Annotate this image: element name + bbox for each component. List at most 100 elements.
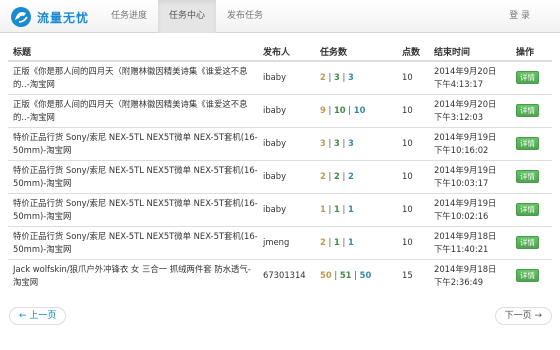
task-end-time: 下午3:12:03 [434, 111, 484, 122]
col-header-publisher: 发布人 [258, 42, 315, 62]
task-action-cell: 详情 [511, 225, 552, 259]
table-row: 正版《你是那人间的四月天（附赠林徽因精美诗集《谁爱这不息的..-淘宝网 ibaby… [8, 93, 552, 127]
detail-button[interactable]: 详情 [516, 170, 539, 183]
task-end-time-cell: 2014年9月20日 下午3:12:03 [429, 93, 511, 127]
detail-button[interactable]: 详情 [516, 104, 539, 117]
task-title-link[interactable]: 正版《你是那人间的四月天（附赠林徽因精美诗集《谁爱这不息的..-淘宝网 [13, 99, 248, 122]
task-publisher: ibaby [258, 159, 315, 193]
task-end-date: 2014年9月19日 [434, 164, 497, 175]
task-title-cell: 正版《你是那人间的四月天（附赠林徽因精美诗集《谁爱这不息的..-淘宝网 [8, 60, 258, 94]
task-end-date: 2014年9月19日 [434, 197, 497, 208]
task-end-time-cell: 2014年9月19日 下午10:03:17 [429, 159, 511, 193]
col-header-end-time: 结束时间 [429, 42, 511, 62]
task-action-cell: 详情 [511, 126, 552, 160]
task-points: 10 [397, 93, 429, 127]
login-link[interactable]: 登 录 [509, 0, 530, 33]
count-separator: | [325, 171, 334, 181]
brand-name: 流量无忧 [37, 10, 90, 25]
task-title-cell: 特价正品行货 Sony/索尼 NEX-5TL NEX5T微单 NEX-5T套机(… [8, 126, 258, 160]
task-end-time: 下午10:03:17 [434, 177, 489, 188]
prev-page-button[interactable]: ← 上一页 [9, 307, 67, 325]
table-row: 正版《你是那人间的四月天（附赠林徽因精美诗集《谁爱这不息的..-淘宝网 ibaby… [8, 60, 552, 94]
table-row: 特价正品行货 Sony/索尼 NEX-5TL NEX5T微单 NEX-5T套机(… [8, 126, 552, 160]
task-end-date: 2014年9月19日 [434, 131, 497, 142]
task-count-cell: 9 | 10 | 10 [315, 93, 397, 127]
count-separator: | [325, 204, 334, 214]
task-title-link[interactable]: 特价正品行货 Sony/索尼 NEX-5TL NEX5T微单 NEX-5T套机(… [13, 165, 258, 188]
task-action-cell: 详情 [511, 159, 552, 193]
task-title-link[interactable]: 特价正品行货 Sony/索尼 NEX-5TL NEX5T微单 NEX-5T套机(… [13, 231, 258, 254]
table-row: 特价正品行货 Sony/索尼 NEX-5TL NEX5T微单 NEX-5T套机(… [8, 225, 552, 259]
top-navbar: 流量无忧 任务进度 任务中心 发布任务 登 录 [0, 0, 560, 33]
count-separator: | [339, 204, 348, 214]
task-end-date: 2014年9月18日 [434, 263, 497, 274]
count-separator: | [325, 72, 334, 83]
task-publisher: ibaby [258, 60, 315, 94]
task-count-cell: 2 | 1 | 1 [315, 225, 397, 259]
task-title-link[interactable]: Jack wolfskin/狼爪户外冲锋衣 女 三合一 抓绒两件套 防水透气-淘… [13, 264, 251, 287]
task-end-time-cell: 2014年9月19日 下午10:16:02 [429, 126, 511, 160]
task-count-cell: 1 | 1 | 1 [315, 192, 397, 226]
table-row: 特价正品行货 Sony/索尼 NEX-5TL NEX5T微单 NEX-5T套机(… [8, 192, 552, 226]
task-count-b: 51 [339, 270, 352, 281]
task-end-time-cell: 2014年9月19日 下午10:02:16 [429, 192, 511, 226]
detail-button[interactable]: 详情 [516, 137, 539, 150]
detail-button[interactable]: 详情 [516, 203, 539, 216]
task-end-date: 2014年9月18日 [434, 230, 497, 241]
nav-publish-task[interactable]: 发布任务 [216, 0, 274, 33]
main-nav: 任务进度 任务中心 发布任务 [100, 0, 274, 33]
task-end-time: 下午10:16:02 [434, 144, 489, 155]
task-end-time: 下午4:13:17 [434, 78, 484, 89]
task-points: 10 [397, 60, 429, 94]
task-end-time: 下午2:36:49 [434, 276, 484, 287]
task-action-cell: 详情 [511, 258, 552, 292]
task-count-c: 1 [347, 237, 354, 247]
task-table: 标题 发布人 任务数 点数 结束时间 操作 正版《你是那人间的四月天（附赠林徽因… [8, 42, 552, 292]
task-count-c: 1 [347, 204, 354, 214]
brand[interactable]: 流量无忧 [10, 6, 89, 28]
task-end-date: 2014年9月20日 [434, 98, 497, 109]
task-points: 15 [397, 258, 429, 292]
detail-button[interactable]: 详情 [516, 71, 539, 85]
task-count-b: 10 [333, 105, 346, 115]
task-count-c: 3 [347, 138, 354, 148]
nav-task-center[interactable]: 任务中心 [158, 0, 217, 33]
col-header-action: 操作 [511, 42, 552, 62]
count-separator: | [339, 138, 348, 148]
task-title-link[interactable]: 特价正品行货 Sony/索尼 NEX-5TL NEX5T微单 NEX-5T套机(… [13, 198, 258, 221]
count-separator: | [339, 171, 348, 181]
next-page-button[interactable]: 下一页 → [494, 307, 552, 325]
task-end-time-cell: 2014年9月18日 下午11:40:21 [429, 225, 511, 259]
task-count-c: 50 [359, 270, 372, 281]
task-title-cell: 正版《你是那人间的四月天（附赠林徽因精美诗集《谁爱这不息的..-淘宝网 [8, 93, 258, 127]
count-separator: | [339, 72, 348, 83]
task-title-cell: 特价正品行货 Sony/索尼 NEX-5TL NEX5T微单 NEX-5T套机(… [8, 159, 258, 193]
table-row: 特价正品行货 Sony/索尼 NEX-5TL NEX5T微单 NEX-5T套机(… [8, 159, 552, 193]
task-title-cell: 特价正品行货 Sony/索尼 NEX-5TL NEX5T微单 NEX-5T套机(… [8, 192, 258, 226]
task-action-cell: 详情 [511, 192, 552, 226]
task-end-time: 下午10:02:16 [434, 210, 489, 221]
task-count-a: 50 [320, 270, 332, 281]
task-title-link[interactable]: 特价正品行货 Sony/索尼 NEX-5TL NEX5T微单 NEX-5T套机(… [13, 132, 258, 155]
task-end-date: 2014年9月20日 [434, 65, 497, 76]
task-publisher: 67301314 [258, 258, 315, 292]
detail-button[interactable]: 详情 [516, 236, 539, 249]
col-header-count: 任务数 [315, 42, 397, 62]
task-end-time-cell: 2014年9月20日 下午4:13:17 [429, 60, 511, 94]
detail-button[interactable]: 详情 [516, 269, 539, 283]
count-separator: | [331, 270, 340, 281]
task-publisher: jmeng [258, 225, 315, 259]
task-count-cell: 2 | 3 | 3 [315, 60, 397, 94]
task-publisher: ibaby [258, 192, 315, 226]
count-separator: | [351, 270, 360, 281]
task-points: 10 [397, 159, 429, 193]
task-action-cell: 详情 [511, 93, 552, 127]
task-count-c: 3 [347, 72, 354, 83]
table-row: Jack wolfskin/狼爪户外冲锋衣 女 三合一 抓绒两件套 防水透气-淘… [8, 258, 552, 292]
nav-task-progress[interactable]: 任务进度 [100, 0, 158, 33]
task-title-link[interactable]: 正版《你是那人间的四月天（附赠林徽因精美诗集《谁爱这不息的..-淘宝网 [13, 66, 248, 89]
task-points: 10 [397, 126, 429, 160]
col-header-title: 标题 [8, 42, 258, 62]
task-publisher: ibaby [258, 93, 315, 127]
count-separator: | [325, 138, 334, 148]
